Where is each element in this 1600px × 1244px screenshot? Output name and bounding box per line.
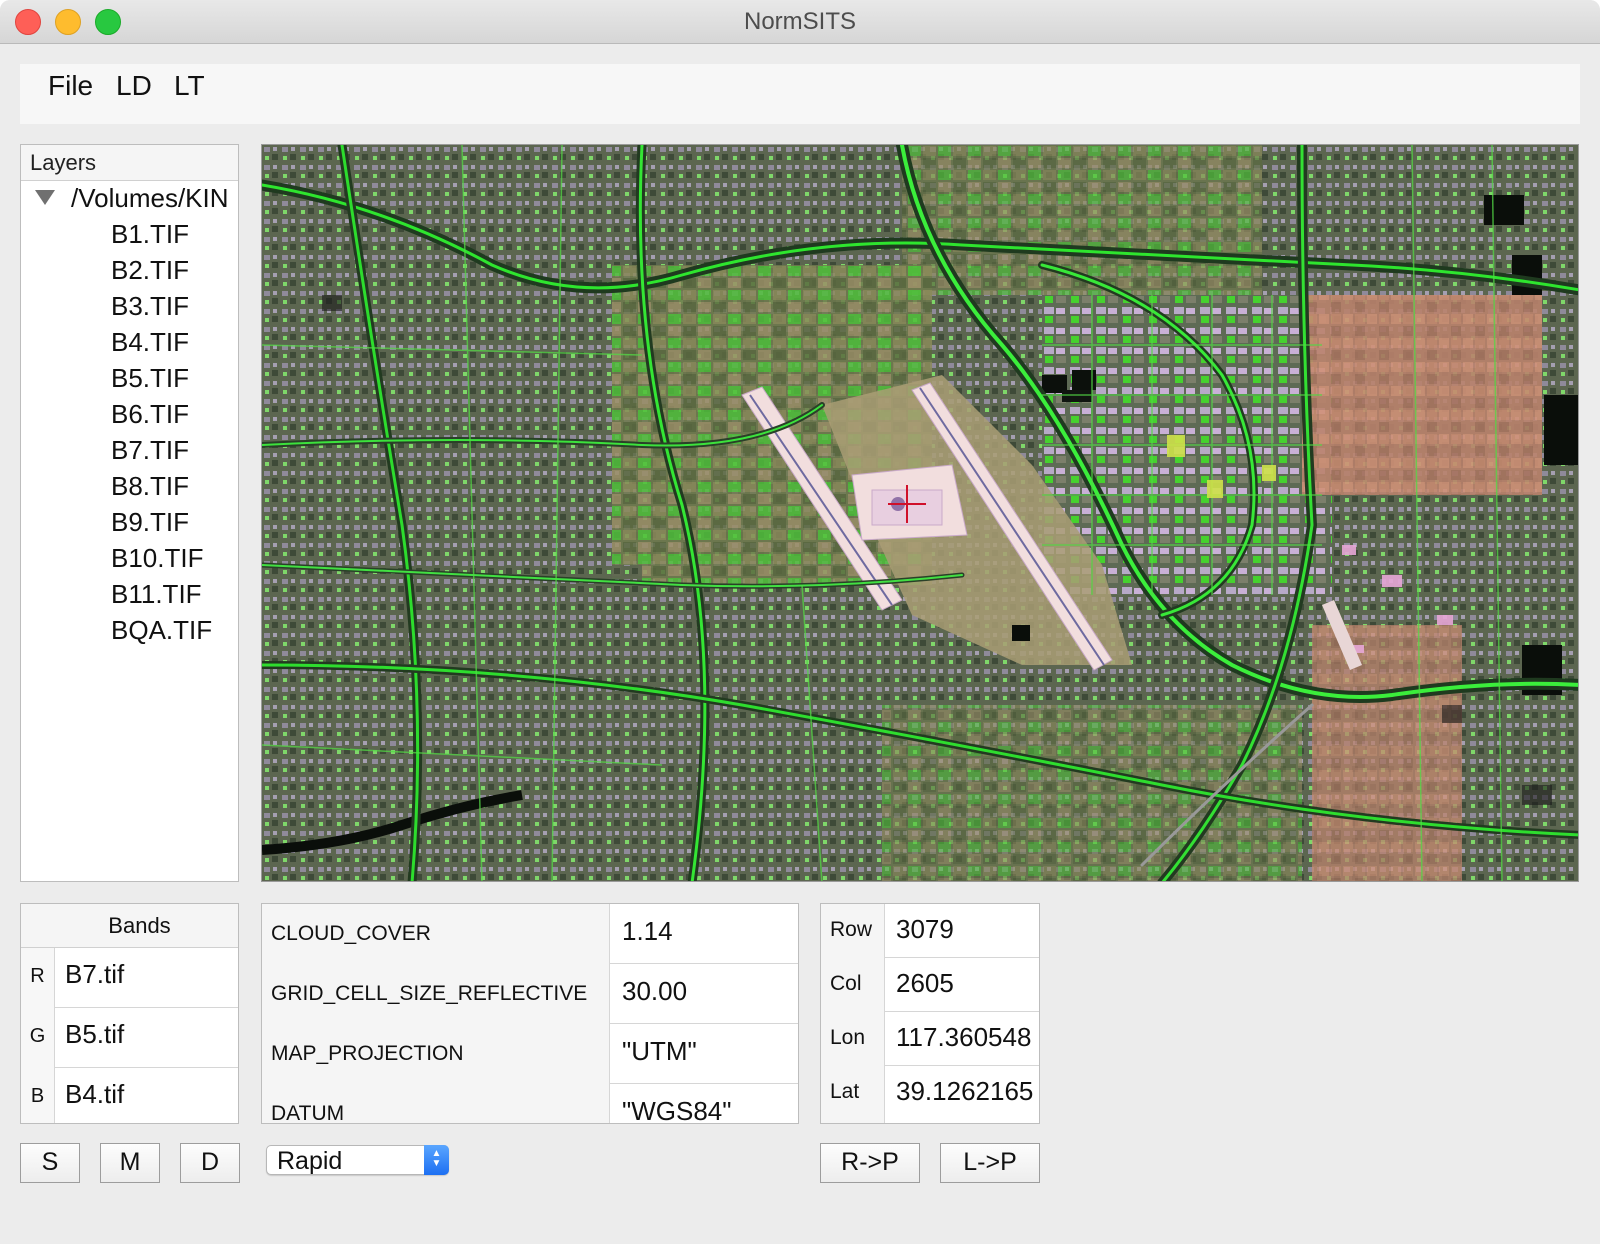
coord-key: Col xyxy=(821,958,885,1012)
coord-value[interactable]: 117.360548 xyxy=(896,1022,1031,1053)
layer-file-item[interactable]: B10.TIF xyxy=(111,543,203,574)
band-row-red[interactable]: R B7.tif xyxy=(21,948,238,1008)
band-value[interactable]: B7.tif xyxy=(65,959,124,990)
layer-file-item[interactable]: B3.TIF xyxy=(111,291,189,322)
layer-file-item[interactable]: B6.TIF xyxy=(111,399,189,430)
method-select[interactable]: Rapid ▲ ▼ xyxy=(266,1145,449,1175)
tree-root-item[interactable]: /Volumes/KIN xyxy=(21,181,238,217)
metadata-key: DATUM xyxy=(262,1084,610,1123)
layer-file-item[interactable]: B4.TIF xyxy=(111,327,189,358)
menu-file[interactable]: File xyxy=(44,70,97,102)
menu-bar: File LD LT xyxy=(20,64,1580,124)
band-row-blue[interactable]: B B4.tif xyxy=(21,1068,238,1123)
tree-root-label: /Volumes/KIN xyxy=(71,183,229,213)
l-to-p-button[interactable]: L->P xyxy=(940,1143,1040,1183)
disclosure-triangle-down-icon[interactable] xyxy=(35,190,55,205)
band-row-green[interactable]: G B5.tif xyxy=(21,1008,238,1068)
d-button[interactable]: D xyxy=(180,1143,240,1183)
coord-key: Lat xyxy=(821,1066,885,1123)
band-value[interactable]: B4.tif xyxy=(65,1079,124,1110)
satellite-image-view[interactable] xyxy=(261,144,1579,882)
coord-value[interactable]: 3079 xyxy=(896,914,954,945)
coord-key: Lon xyxy=(821,1012,885,1066)
metadata-key: GRID_CELL_SIZE_REFLECTIVE xyxy=(262,964,610,1024)
coord-key: Row xyxy=(821,904,885,958)
band-key: G xyxy=(21,1008,55,1068)
table-row[interactable]: CLOUD_COVER 1.14 xyxy=(262,904,798,964)
metadata-value: "UTM" xyxy=(622,1036,697,1066)
up-down-stepper-icon[interactable]: ▲ ▼ xyxy=(424,1145,449,1175)
bands-header: Bands xyxy=(21,904,238,948)
layer-file-item[interactable]: B11.TIF xyxy=(111,579,202,610)
metadata-key: MAP_PROJECTION xyxy=(262,1024,610,1084)
layer-file-item[interactable]: B9.TIF xyxy=(111,507,189,538)
layers-panel: Layers /Volumes/KIN B1.TIF B2.TIF B3.TIF… xyxy=(20,144,239,882)
menu-lt[interactable]: LT xyxy=(170,70,209,102)
menu-ld[interactable]: LD xyxy=(112,70,156,102)
table-row[interactable]: GRID_CELL_SIZE_REFLECTIVE 30.00 xyxy=(262,964,798,1024)
coord-value[interactable]: 2605 xyxy=(896,968,954,999)
band-key: B xyxy=(21,1068,55,1123)
method-select-value: Rapid xyxy=(277,1147,343,1175)
table-row[interactable]: DATUM "WGS84" xyxy=(262,1084,798,1124)
layer-file-item[interactable]: BQA.TIF xyxy=(111,615,212,646)
band-value[interactable]: B5.tif xyxy=(65,1019,124,1050)
app-window: NormSITS File LD LT Layers /Volumes/KIN … xyxy=(0,0,1600,1244)
s-button[interactable]: S xyxy=(20,1143,80,1183)
metadata-value: 30.00 xyxy=(622,976,688,1006)
m-button[interactable]: M xyxy=(100,1143,160,1183)
coord-value[interactable]: 39.1262165 xyxy=(896,1076,1033,1107)
layers-header: Layers xyxy=(21,145,238,181)
band-key: R xyxy=(21,948,55,1008)
window-title: NormSITS xyxy=(743,8,856,35)
r-to-p-button[interactable]: R->P xyxy=(820,1143,920,1183)
coordinates-table: Row 3079 Col 2605 Lon 117.360548 Lat 39.… xyxy=(820,903,1040,1124)
coord-row-lat[interactable]: Lat 39.1262165 xyxy=(821,1066,1039,1123)
metadata-value: "WGS84" xyxy=(622,1096,732,1124)
metadata-table[interactable]: CLOUD_COVER 1.14 GRID_CELL_SIZE_REFLECTI… xyxy=(261,903,799,1124)
layer-file-item[interactable]: B8.TIF xyxy=(111,471,189,502)
title-bar: NormSITS xyxy=(0,0,1600,44)
metadata-key: CLOUD_COVER xyxy=(262,904,610,964)
coord-row-col[interactable]: Col 2605 xyxy=(821,958,1039,1012)
table-row[interactable]: MAP_PROJECTION "UTM" xyxy=(262,1024,798,1084)
satellite-image[interactable] xyxy=(262,145,1579,882)
bands-table: Bands R B7.tif G B5.tif B B4.tif xyxy=(20,903,239,1124)
coord-row-lon[interactable]: Lon 117.360548 xyxy=(821,1012,1039,1066)
coord-row-row[interactable]: Row 3079 xyxy=(821,904,1039,958)
layer-file-item[interactable]: B5.TIF xyxy=(111,363,189,394)
layer-file-item[interactable]: B7.TIF xyxy=(111,435,189,466)
metadata-value: 1.14 xyxy=(622,916,673,946)
layer-file-item[interactable]: B1.TIF xyxy=(111,219,189,250)
layer-file-item[interactable]: B2.TIF xyxy=(111,255,189,286)
